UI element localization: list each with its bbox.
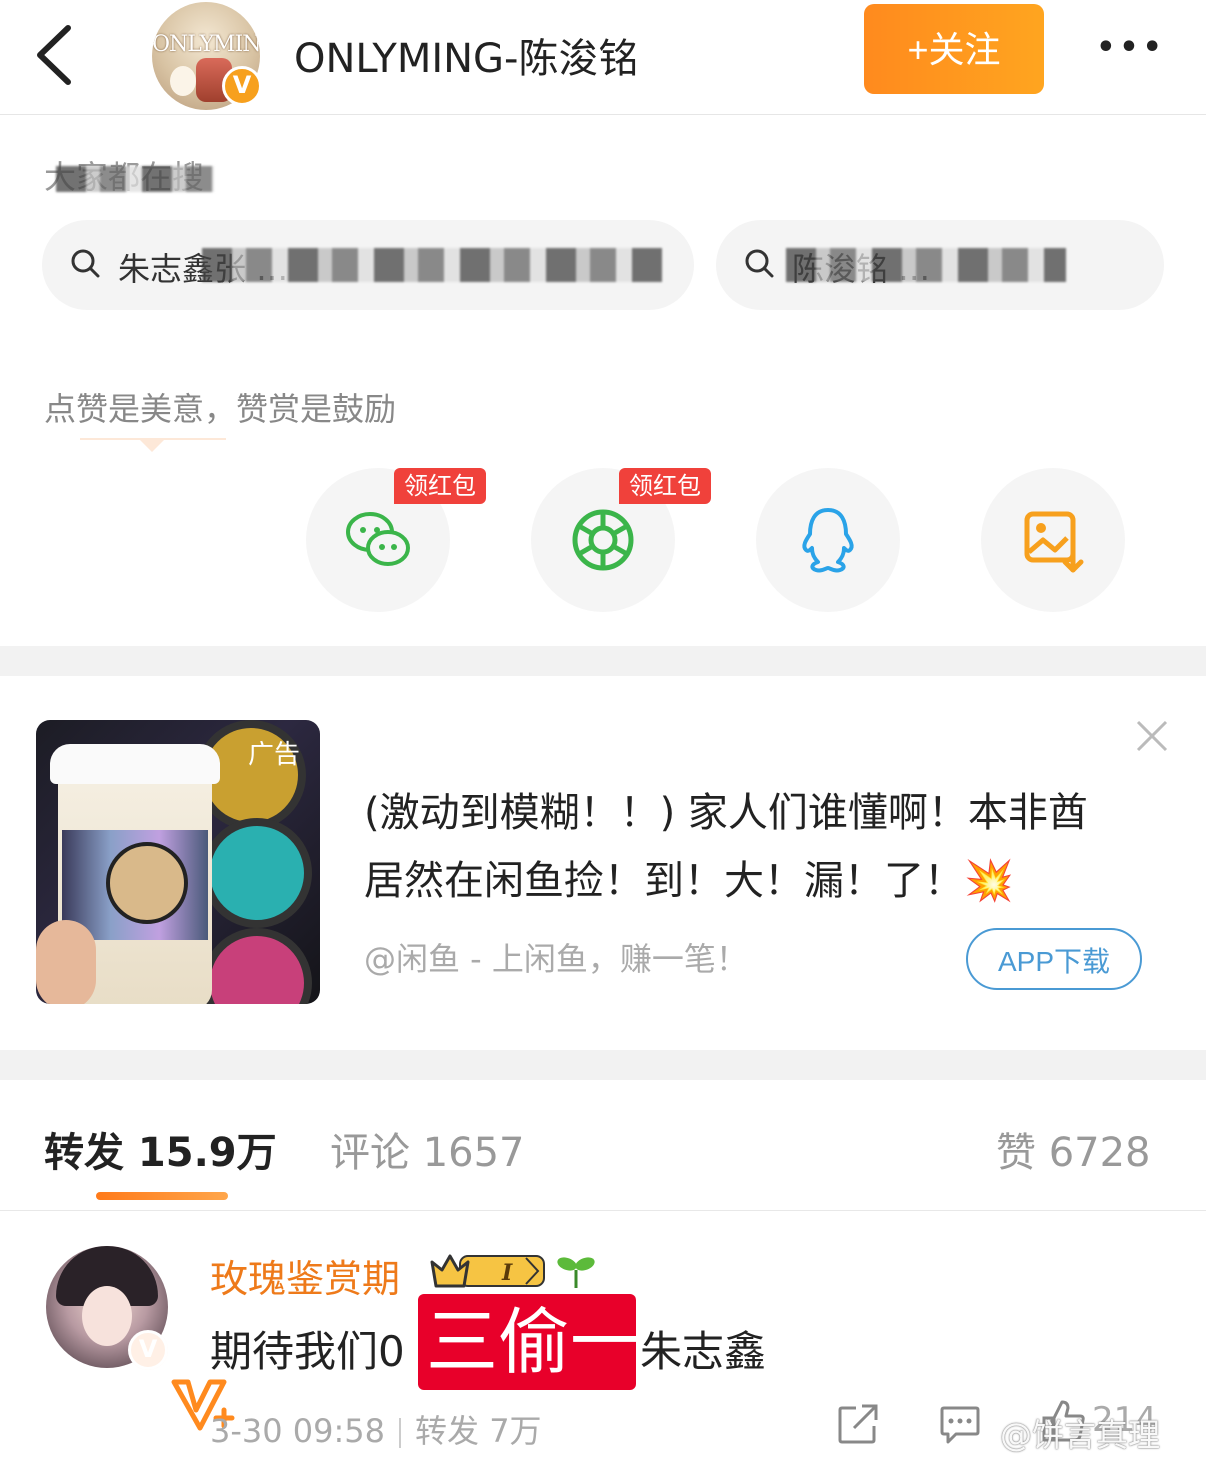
ad-title-line[interactable]: (激动到模糊！！) 家人们谁懂啊！本非酋 xyxy=(364,780,1088,838)
ad-title-line[interactable]: 居然在闲鱼捡！到！大！漏！了！💥 xyxy=(364,848,1014,906)
tab-divider xyxy=(0,1210,1206,1211)
tab-comment[interactable]: 评论 1657 xyxy=(330,1120,525,1178)
ad-tag: 广告 xyxy=(247,740,300,770)
section-divider xyxy=(0,1050,1206,1080)
repost-text: 朱志鑫 xyxy=(640,1327,767,1376)
save-image-button[interactable] xyxy=(981,468,1125,612)
crown-level-icon: I xyxy=(430,1254,545,1288)
app-download-button[interactable]: APP下载 xyxy=(966,928,1142,990)
save-image-icon xyxy=(1024,511,1084,573)
sprout-icon xyxy=(557,1257,595,1288)
highlight-text: 三偷一 xyxy=(426,1300,643,1384)
avatar-dog-figure xyxy=(170,66,196,96)
ad-character-face xyxy=(106,842,188,924)
search-icon xyxy=(745,249,774,278)
red-packet-tag: 领红包 xyxy=(394,468,486,504)
repost-meta: 3-30 09:58 转发 7万 xyxy=(210,1406,542,1452)
more-options-icon[interactable]: ••• xyxy=(1094,30,1168,70)
verified-badge-icon: V xyxy=(128,1330,168,1370)
share-icon[interactable] xyxy=(836,1402,880,1446)
repost-date: 3-30 09:58 xyxy=(210,1412,386,1450)
wechat-icon xyxy=(346,512,410,566)
search-icon xyxy=(71,249,100,278)
account-name[interactable]: ONLYMING-陈浚铭 xyxy=(294,26,638,84)
close-icon[interactable] xyxy=(1132,716,1172,756)
red-packet-tag: 领红包 xyxy=(619,468,711,504)
svg-text:I: I xyxy=(501,1260,513,1286)
blur-mask xyxy=(786,248,1066,282)
ad-disc-figure xyxy=(202,928,312,1004)
ad-image[interactable]: 广告 xyxy=(36,720,320,1004)
moments-icon xyxy=(572,509,634,571)
username[interactable]: 玫瑰鉴赏期 xyxy=(210,1248,400,1303)
tab-repost[interactable]: 转发 15.9万 xyxy=(44,1120,277,1178)
ad-source: @闲鱼 - 上闲鱼，赚一笔！ xyxy=(364,940,748,978)
ad-cup-lid xyxy=(50,744,220,784)
meta-divider xyxy=(399,1418,402,1448)
ad-hand xyxy=(36,920,96,1004)
blur-mask xyxy=(56,166,214,192)
watermark: @饼言真理 xyxy=(1000,1416,1161,1454)
chevron-left-icon[interactable] xyxy=(30,20,90,90)
verified-badge-icon: V xyxy=(222,66,262,106)
hot-search-item[interactable]: 朱志鑫张 … xyxy=(42,220,694,310)
qq-icon xyxy=(802,508,854,573)
tab-like[interactable]: 赞 6728 xyxy=(996,1120,1151,1178)
avatar-logo-text: ONLYMING xyxy=(152,32,260,57)
blur-mask xyxy=(202,248,662,282)
repost-count[interactable]: 转发 7万 xyxy=(415,1412,542,1450)
avatar-face xyxy=(82,1286,132,1346)
follow-button[interactable]: +关注 xyxy=(864,4,1044,94)
repost-text: 期待我们0 xyxy=(210,1327,405,1376)
active-tab-indicator xyxy=(96,1192,228,1200)
reward-label: 点赞是美意，赞赏是鼓励 xyxy=(44,390,397,428)
section-divider xyxy=(0,646,1206,676)
qq-share-button[interactable] xyxy=(756,468,900,612)
tip-arrow xyxy=(140,440,164,452)
comment-icon[interactable] xyxy=(938,1402,982,1446)
ad-disc-figure xyxy=(202,818,312,928)
hot-search-item[interactable]: 陈浚铭 … xyxy=(716,220,1164,310)
